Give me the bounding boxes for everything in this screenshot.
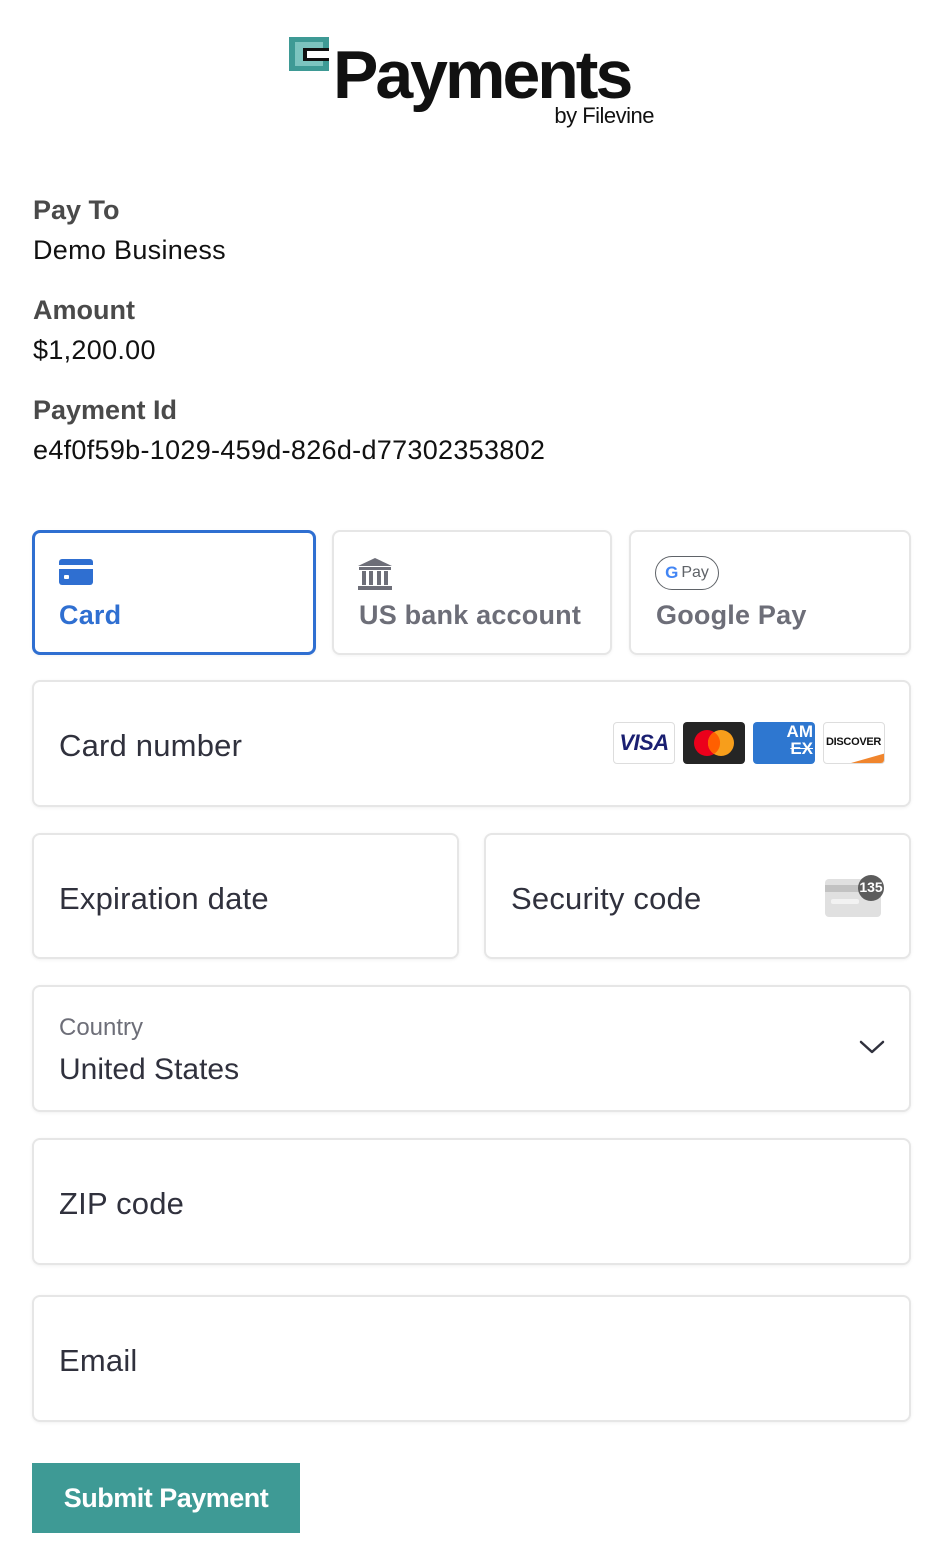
expiration-date-field[interactable]: Expiration date [32,833,459,959]
chevron-down-icon [859,1040,885,1054]
pay-to-section: Pay To Demo Business [33,197,226,264]
zip-code-placeholder: ZIP code [59,1186,185,1221]
filevine-logo-icon [289,37,329,71]
country-label: Country [59,1014,144,1041]
google-g-icon: G [665,563,679,582]
cvc-card-icon: 135 [823,875,885,919]
payment-id-section: Payment Id e4f0f59b-1029-459d-826d-d7730… [33,397,545,464]
credit-card-icon [59,559,93,585]
mastercard-icon [683,722,745,764]
discover-icon: DISCOVER [823,722,885,764]
tab-us-bank-account[interactable]: US bank account [332,530,612,655]
expiration-date-placeholder: Expiration date [59,881,269,916]
logo-wordmark: Payments [333,37,633,113]
visa-text: VISA [619,730,669,755]
bank-icon [358,558,392,590]
google-pay-icon: G Pay [655,556,719,590]
amount-label: Amount [33,295,135,325]
security-code-placeholder: Security code [511,881,702,916]
tab-us-bank-account-label: US bank account [359,600,582,630]
google-pay-badge-text: Pay [681,564,709,581]
payment-id-label: Payment Id [33,395,178,425]
country-select[interactable]: Country United States [32,985,911,1112]
zip-code-field[interactable]: ZIP code [32,1138,911,1265]
security-code-field[interactable]: Security code 135 [484,833,911,959]
pay-to-label: Pay To [33,195,120,225]
email-field[interactable]: Email [32,1295,911,1422]
cvc-badge-text: 135 [859,879,883,895]
pay-to-value: Demo Business [33,235,226,265]
amount-section: Amount $1,200.00 [33,297,156,364]
amex-text-bottom: EX [790,739,813,758]
tab-google-pay-label: Google Pay [656,600,807,630]
tab-card[interactable]: Card [32,530,316,655]
amex-text-top: AM [786,722,813,741]
tab-google-pay[interactable]: G Pay Google Pay [629,530,911,655]
amount-value: $1,200.00 [33,335,156,365]
amex-icon: AM EX [753,722,815,764]
logo-subtitle: by Filevine [554,103,654,128]
tab-card-label: Card [59,600,122,630]
card-number-field[interactable]: Card number VISA AM EX DISCOVER [32,680,911,807]
card-number-placeholder: Card number [59,728,243,763]
visa-icon: VISA [613,722,675,764]
card-brand-icons: VISA AM EX DISCOVER [613,722,885,764]
country-value: United States [59,1053,240,1086]
payment-id-value: e4f0f59b-1029-459d-826d-d77302353802 [33,435,546,465]
submit-payment-button[interactable]: Submit Payment [32,1463,300,1533]
email-placeholder: Email [59,1343,138,1378]
payments-logo: Payments by Filevine [289,37,659,137]
